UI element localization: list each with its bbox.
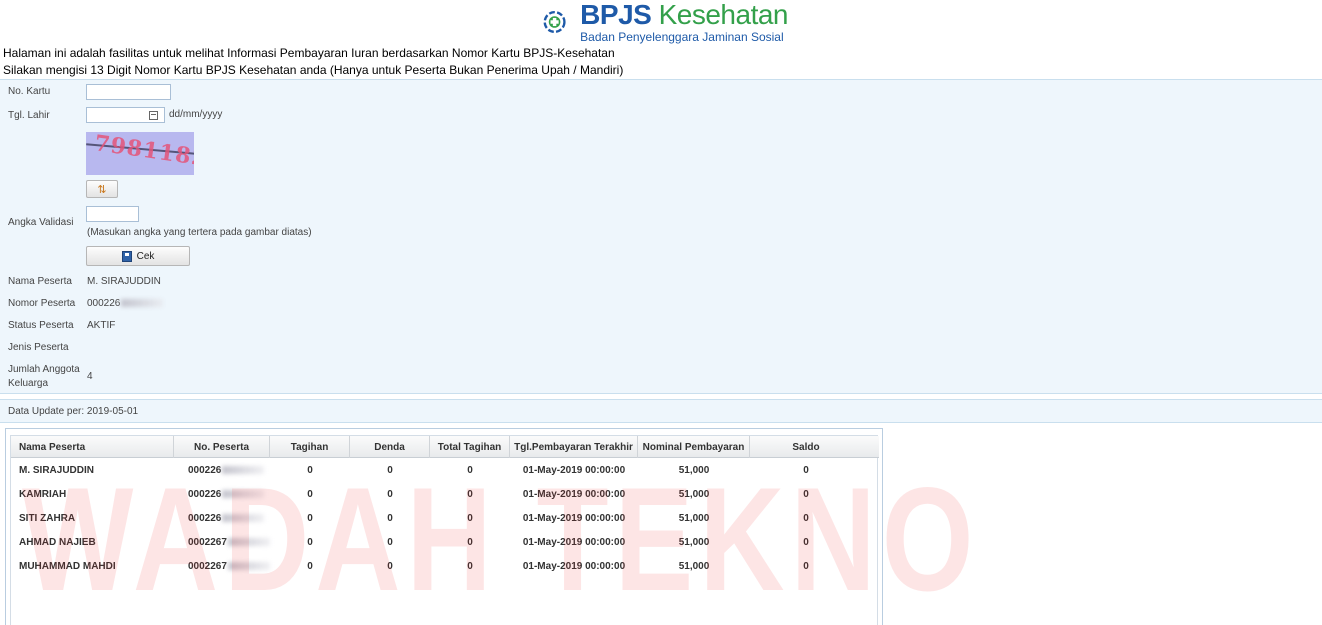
cell-saldo: 0 — [803, 464, 809, 476]
jumlah-anggota-label-1: Jumlah Anggota — [8, 364, 80, 375]
cell-tgl: 01-May-2019 00:00:00 — [522, 512, 626, 524]
jumlah-anggota-value: 4 — [87, 371, 93, 382]
tgl-lahir-label: Tgl. Lahir — [8, 110, 50, 121]
cell-nominal: 51,000 — [678, 488, 710, 500]
cell-no-peserta: 0002267 — [174, 554, 270, 578]
nomor-peserta-label: Nomor Peserta — [8, 298, 76, 309]
save-disk-icon — [121, 250, 132, 262]
brand-subtitle: Badan Penyelenggara Jaminan Sosial — [580, 30, 784, 44]
cell-saldo: 0 — [803, 512, 809, 524]
column-header[interactable]: Denda — [350, 436, 430, 458]
captcha-image: 7981182 — [86, 132, 194, 175]
column-header[interactable]: Tgl.Pembayaran Terakhir — [510, 436, 638, 458]
bpjs-logo: BPJS Kesehatan Badan Penyelenggara Jamin… — [543, 0, 789, 44]
cell-tgl: 01-May-2019 00:00:00 — [522, 464, 626, 476]
cell-nominal: 51,000 — [678, 512, 710, 524]
cell-tgl: 01-May-2019 00:00:00 — [522, 488, 626, 500]
intro-text-2: Silakan mengisi 13 Digit Nomor Kartu BPJ… — [3, 63, 624, 77]
cell-no-peserta: 000226 — [174, 482, 270, 506]
cell-tgl: 01-May-2019 00:00:00 — [522, 560, 626, 572]
cell-denda: 0 — [387, 512, 393, 524]
cek-button-label: Cek — [136, 250, 155, 262]
refresh-icon: ⇅ — [97, 183, 107, 196]
brand-name: BPJS Kesehatan — [580, 0, 788, 30]
refresh-captcha-button[interactable]: ⇅ — [86, 180, 118, 198]
table-row[interactable]: SITI ZAHRA 000226 0 0 0 01-May-2019 00:0… — [11, 506, 879, 530]
cell-nama: KAMRIAH — [19, 488, 67, 500]
cell-nama: AHMAD NAJIEB — [19, 536, 96, 548]
nomor-peserta-value: 000226 — [87, 298, 121, 309]
cell-nominal: 51,000 — [678, 464, 710, 476]
nama-peserta-value: M. SIRAJUDDIN — [87, 276, 161, 287]
cell-denda: 0 — [387, 560, 393, 572]
status-peserta-value: AKTIF — [87, 320, 116, 331]
table-row[interactable]: MUHAMMAD MAHDI 0002267 0 0 0 01-May-2019… — [11, 554, 879, 578]
cell-total: 0 — [467, 464, 473, 476]
jumlah-anggota-label-2: Keluarga — [8, 378, 49, 389]
cell-tagihan: 0 — [307, 536, 313, 548]
table-header: Nama Peserta No. Peserta Tagihan Denda T… — [11, 436, 879, 458]
column-header[interactable]: Nama Peserta — [11, 436, 174, 458]
data-update-text: Data Update per: 2019-05-01 — [8, 406, 139, 417]
tgl-lahir-input[interactable] — [86, 107, 165, 123]
data-update-bar: Data Update per: 2019-05-01 — [0, 399, 1322, 423]
cell-nama: M. SIRAJUDDIN — [19, 464, 95, 476]
cell-no-peserta: 0002267 — [174, 530, 270, 554]
cell-nominal: 51,000 — [678, 560, 710, 572]
cell-saldo: 0 — [803, 488, 809, 500]
cell-tagihan: 0 — [307, 560, 313, 572]
jenis-peserta-label: Jenis Peserta — [8, 342, 69, 353]
cell-no-peserta: 000226 — [174, 458, 270, 482]
cell-total: 0 — [467, 488, 473, 500]
cell-denda: 0 — [387, 464, 393, 476]
cell-saldo: 0 — [803, 560, 809, 572]
redacted-blur — [121, 299, 164, 308]
nama-peserta-label: Nama Peserta — [8, 276, 72, 287]
cell-denda: 0 — [387, 488, 393, 500]
table-row[interactable]: KAMRIAH 000226 0 0 0 01-May-2019 00:00:0… — [11, 482, 879, 506]
cell-denda: 0 — [387, 536, 393, 548]
no-kartu-input[interactable] — [86, 84, 171, 100]
nomor-peserta-value-wrap: 000226 — [87, 298, 164, 309]
column-header[interactable]: No. Peserta — [174, 436, 270, 458]
payment-table: Nama Peserta No. Peserta Tagihan Denda T… — [10, 435, 879, 625]
column-header[interactable]: Nominal Pembayaran — [638, 436, 750, 458]
cell-total: 0 — [467, 536, 473, 548]
intro-text-1: Halaman ini adalah fasilitas untuk melih… — [3, 46, 615, 60]
cell-tagihan: 0 — [307, 464, 313, 476]
tgl-lahir-hint: dd/mm/yyyy — [169, 109, 223, 120]
cell-saldo: 0 — [803, 536, 809, 548]
cek-button[interactable]: Cek — [86, 246, 190, 266]
column-header[interactable]: Saldo — [750, 436, 862, 458]
no-kartu-label: No. Kartu — [8, 86, 51, 97]
cell-nominal: 51,000 — [678, 536, 710, 548]
cell-tagihan: 0 — [307, 512, 313, 524]
cell-tgl: 01-May-2019 00:00:00 — [522, 536, 626, 548]
cell-nama: SITI ZAHRA — [19, 512, 76, 524]
bpjs-emblem-icon — [543, 10, 566, 34]
cell-nama: MUHAMMAD MAHDI — [19, 560, 116, 572]
table-row[interactable]: M. SIRAJUDDIN 000226 0 0 0 01-May-2019 0… — [11, 458, 879, 482]
angka-validasi-hint: (Masukan angka yang tertera pada gambar … — [87, 227, 312, 238]
captcha-text: 7981182 — [92, 132, 194, 172]
angka-validasi-label: Angka Validasi — [8, 217, 74, 228]
cell-no-peserta: 000226 — [174, 506, 270, 530]
cell-tagihan: 0 — [307, 488, 313, 500]
search-form-panel: No. Kartu Tgl. Lahir dd/mm/yyyy 7981182 … — [0, 79, 1322, 394]
cell-total: 0 — [467, 512, 473, 524]
column-header[interactable]: Total Tagihan — [430, 436, 510, 458]
column-header[interactable]: Tagihan — [270, 436, 350, 458]
angka-validasi-input[interactable] — [86, 206, 139, 222]
payment-table-panel: Nama Peserta No. Peserta Tagihan Denda T… — [5, 428, 883, 625]
cell-total: 0 — [467, 560, 473, 572]
status-peserta-label: Status Peserta — [8, 320, 74, 331]
calendar-icon[interactable] — [149, 111, 158, 120]
table-row[interactable]: AHMAD NAJIEB 0002267 0 0 0 01-May-2019 0… — [11, 530, 879, 554]
